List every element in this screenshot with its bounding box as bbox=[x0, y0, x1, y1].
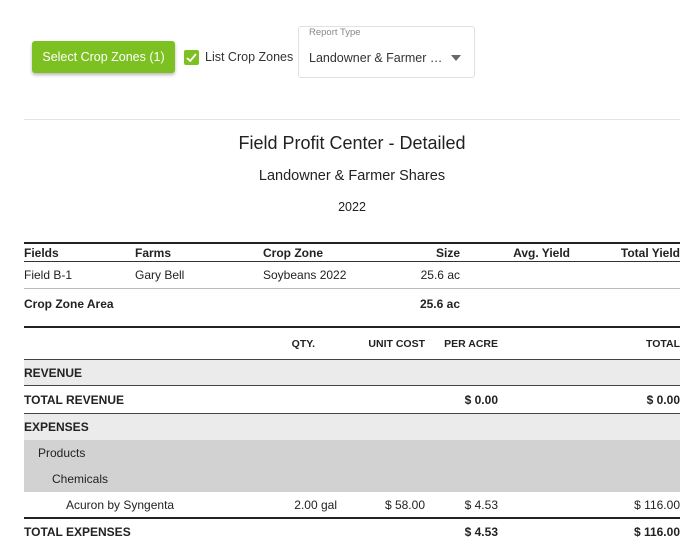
col-header-farms: Farms bbox=[135, 246, 172, 260]
chemicals-label: Chemicals bbox=[52, 472, 109, 486]
report-type-value: Landowner & Farmer Shares bbox=[309, 51, 449, 65]
report-subtitle: Landowner & Farmer Shares bbox=[258, 168, 446, 184]
col-header-unit-cost: UNIT COST bbox=[368, 338, 425, 350]
col-header-qty: QTY. bbox=[291, 338, 315, 350]
select-crop-zones-button[interactable]: Select Crop Zones (1) bbox=[32, 41, 175, 73]
caret-down-icon[interactable] bbox=[451, 55, 461, 61]
total-revenue-label: TOTAL REVENUE bbox=[24, 393, 125, 407]
total-expenses-label: TOTAL EXPENSES bbox=[24, 525, 131, 539]
report-title: Field Profit Center - Detailed bbox=[238, 133, 466, 153]
report-toolbar: Select Crop Zones (1) List Crop Zones Re… bbox=[0, 0, 688, 100]
header-divider bbox=[24, 119, 680, 120]
item-per-acre: $ 4.53 bbox=[464, 498, 498, 512]
list-crop-zones-label[interactable]: List Crop Zones bbox=[205, 50, 293, 64]
row-size: 25.6 ac bbox=[420, 268, 460, 282]
table-top-rule bbox=[24, 242, 680, 244]
col-header-total-yield: Total Yield bbox=[620, 246, 680, 260]
col-header-total: TOTAL bbox=[645, 338, 680, 350]
col-header-avg-yield: Avg. Yield bbox=[513, 246, 570, 260]
header-rule bbox=[24, 261, 680, 262]
row-farm: Gary Bell bbox=[135, 268, 185, 282]
item-qty: 2.00 gal bbox=[294, 498, 337, 512]
total-expenses-per-acre: $ 4.53 bbox=[464, 525, 498, 539]
row-rule bbox=[24, 288, 680, 289]
item-unit-cost: $ 58.00 bbox=[384, 498, 425, 512]
checkmark-icon bbox=[186, 53, 197, 63]
report-year: 2022 bbox=[338, 200, 366, 214]
col-header-fields: Fields bbox=[24, 246, 59, 260]
total-revenue-per-acre: $ 0.00 bbox=[464, 393, 498, 407]
expenses-label: EXPENSES bbox=[24, 420, 89, 434]
item-total: $ 116.00 bbox=[634, 498, 680, 512]
expenses-total-rule bbox=[24, 517, 680, 519]
col-header-per-acre: PER ACRE bbox=[444, 338, 498, 350]
revenue-section-header bbox=[24, 359, 680, 386]
crop-zone-area-value: 25.6 ac bbox=[419, 297, 460, 311]
total-revenue-total: $ 0.00 bbox=[646, 393, 680, 407]
report-type-select[interactable]: Report Type Landowner & Farmer Shares bbox=[298, 26, 475, 78]
item-name: Acuron by Syngenta bbox=[66, 498, 175, 512]
financials-top-rule bbox=[24, 326, 680, 328]
list-crop-zones-checkbox[interactable] bbox=[184, 50, 199, 65]
expenses-section-header bbox=[24, 413, 680, 440]
report-type-floating-label: Report Type bbox=[309, 27, 361, 38]
col-header-size: Size bbox=[435, 246, 460, 260]
products-label: Products bbox=[38, 446, 86, 460]
total-expenses-total: $ 116.00 bbox=[633, 525, 680, 539]
revenue-label: REVENUE bbox=[24, 366, 83, 380]
row-field: Field B-1 bbox=[24, 268, 73, 282]
products-group-band bbox=[24, 440, 680, 492]
row-crop-zone: Soybeans 2022 bbox=[263, 268, 347, 282]
crop-zone-area-label: Crop Zone Area bbox=[24, 297, 114, 311]
col-header-crop-zone: Crop Zone bbox=[263, 246, 323, 260]
